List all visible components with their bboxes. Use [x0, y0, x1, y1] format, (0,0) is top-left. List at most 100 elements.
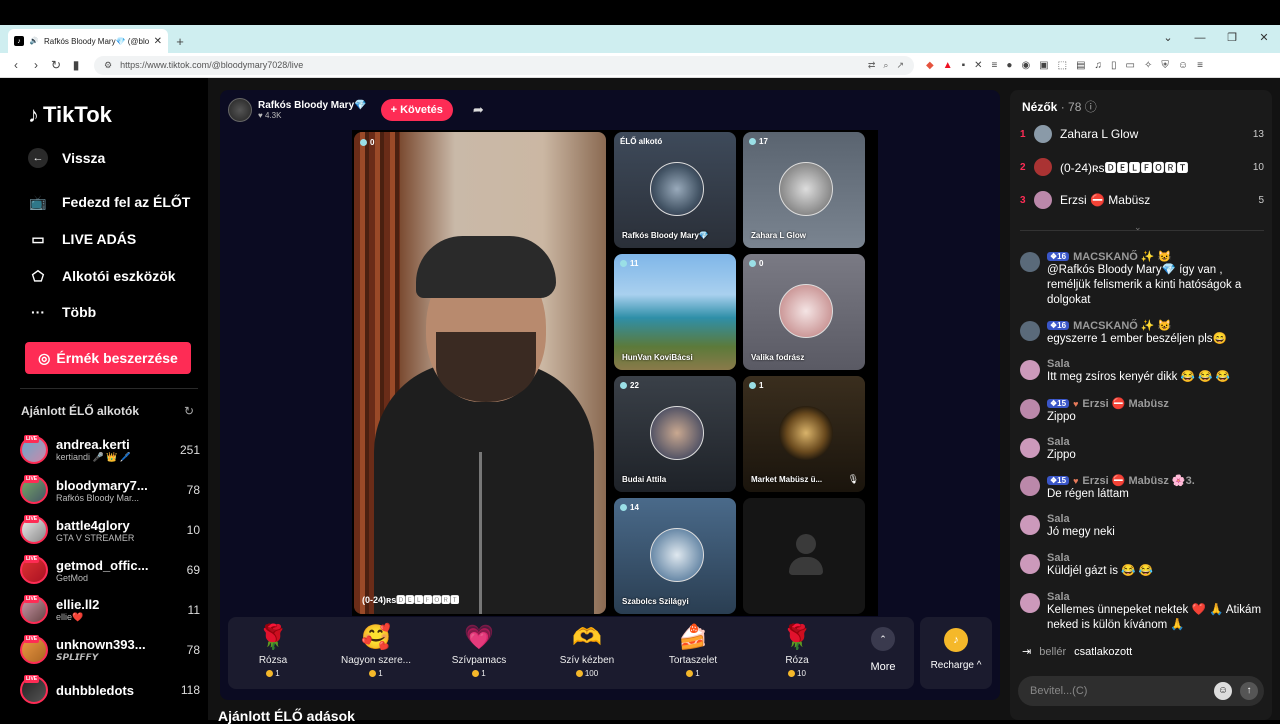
gift-item[interactable]: 💗 Szívpamacs 1: [434, 623, 524, 678]
avatar[interactable]: [1020, 252, 1040, 272]
avatar[interactable]: [1020, 554, 1040, 574]
avatar[interactable]: [1020, 515, 1040, 535]
sidebar-item-creator-tools[interactable]: ⬠ Alkotói eszközök: [28, 266, 176, 286]
extension-icon[interactable]: ✕: [974, 60, 982, 71]
avatar[interactable]: [1020, 360, 1040, 380]
os-top-strip: [0, 0, 1280, 25]
guest-tile[interactable]: 22 Budai Attila: [614, 376, 736, 492]
guest-tile[interactable]: 11 HunVan KoviBácsi: [614, 254, 736, 370]
extension-icon[interactable]: ▣: [1039, 60, 1048, 71]
chat-username[interactable]: Sala: [1047, 591, 1070, 603]
creator-item[interactable]: LIVE andrea.kerti kertiandi 🎤 👑 🖊️ 251: [20, 432, 200, 468]
chat-username[interactable]: Erzsi ⛔ Mabüsz: [1082, 397, 1168, 410]
sidebar-item-go-live[interactable]: ▭ LIVE ADÁS: [28, 229, 136, 249]
more-gifts-button[interactable]: ⌃ More: [864, 627, 902, 673]
gift-item[interactable]: 🍰 Tortaszelet 1: [648, 623, 738, 678]
avatar[interactable]: [1020, 438, 1040, 458]
avatar[interactable]: [1020, 593, 1040, 613]
guest-tile[interactable]: 17 Zahara L Glow: [743, 132, 865, 248]
brave-shield-icon[interactable]: ◆: [926, 60, 934, 71]
avatar[interactable]: [1020, 399, 1040, 419]
extension-icon[interactable]: ▪: [962, 60, 966, 71]
gift-item[interactable]: 🌹 Rózsa 1: [228, 623, 318, 678]
tile-badge: 11: [620, 259, 638, 268]
guest-tile[interactable]: 1 Market Mabüsz ü... 🎙: [743, 376, 865, 492]
chat-text: Kellemes ünnepeket nektek ❤️ 🙏 Atikám ne…: [1047, 604, 1262, 631]
new-tab-button[interactable]: +: [168, 29, 192, 53]
forward-arrow-icon[interactable]: ›: [26, 58, 46, 72]
chat-username[interactable]: Sala: [1047, 358, 1070, 370]
chat-input[interactable]: [1030, 685, 1214, 697]
expand-chevron-icon[interactable]: ⌄: [1134, 222, 1142, 233]
info-icon[interactable]: ⓘ: [1085, 100, 1097, 114]
share-icon[interactable]: ➦: [473, 102, 484, 118]
refresh-icon[interactable]: ↻: [184, 404, 194, 418]
creator-item[interactable]: LIVE duhbbledots 118: [20, 672, 200, 708]
vpn-icon[interactable]: ⛨: [1161, 60, 1169, 71]
reload-icon[interactable]: ↻: [46, 58, 66, 72]
host-avatar[interactable]: [228, 98, 252, 122]
back-button[interactable]: ← Vissza: [28, 148, 105, 168]
extension-icon[interactable]: ●: [1006, 60, 1012, 71]
recharge-button[interactable]: ♪ Recharge ^: [920, 617, 992, 689]
joined-user[interactable]: bellér: [1039, 646, 1066, 658]
url-field[interactable]: ⚙ https://www.tiktok.com/@bloodymary7028…: [94, 55, 914, 75]
empty-guest-slot[interactable]: [743, 498, 865, 614]
follow-button[interactable]: + Követés: [380, 99, 453, 121]
creator-item[interactable]: LIVE ellie.ll2 ellie❤️ 11: [20, 592, 200, 628]
extension-icon[interactable]: ⬚: [1058, 60, 1067, 71]
chat-username[interactable]: Sala: [1047, 552, 1070, 564]
top-viewer-row[interactable]: 3 Erzsi ⛔ Mabüsz 5: [1020, 189, 1264, 211]
chat-username[interactable]: Erzsi ⛔ Mabüsz 🌸3.: [1082, 474, 1194, 487]
close-window-icon[interactable]: ✕: [1248, 25, 1280, 51]
site-settings-icon[interactable]: ⚙: [104, 60, 112, 71]
top-viewer-row[interactable]: 1 Zahara L Glow 13: [1020, 123, 1264, 145]
avatar[interactable]: [1020, 321, 1040, 341]
sidebar-item-explore-live[interactable]: 📺 Fedezd fel az ÉLŐT: [28, 192, 190, 212]
guest-tile[interactable]: 14 Szabolcs Szilágyi: [614, 498, 736, 614]
gift-item[interactable]: 🌹 Róza 10: [752, 623, 842, 678]
top-viewer-row[interactable]: 2 (0-24)ʀs🅳🅴🅻🅵🅾🆁🆃 10: [1020, 156, 1264, 178]
zoom-icon[interactable]: ⌕: [883, 60, 888, 71]
menu-icon[interactable]: ≡: [1197, 60, 1203, 71]
maximize-icon[interactable]: ❐: [1216, 25, 1248, 51]
extension-icon[interactable]: ≡: [992, 60, 998, 71]
send-icon[interactable]: ↑: [1240, 682, 1258, 700]
back-arrow-icon[interactable]: ‹: [6, 58, 26, 72]
profile-icon[interactable]: ☺: [1178, 60, 1188, 71]
chat-username[interactable]: Sala: [1047, 513, 1070, 525]
emoji-icon[interactable]: ☺: [1214, 682, 1232, 700]
chat-username[interactable]: Sala: [1047, 436, 1070, 448]
chat-username[interactable]: MACSKANŐ ✨ 😺: [1073, 250, 1171, 263]
host-video[interactable]: 0 (0-24)ʀs🅳🅴🅻🅵🅾🆁🆃: [354, 132, 606, 614]
gift-item[interactable]: 🥰 Nagyon szere... 1: [331, 623, 421, 678]
minimize-icon[interactable]: —: [1184, 25, 1216, 51]
host-bar: Rafkós Bloody Mary💎 ♥ 4.3K + Követés ➦: [228, 98, 484, 122]
sidebar-item-more[interactable]: ··· Több: [28, 302, 96, 322]
share-icon[interactable]: ↗: [896, 60, 904, 71]
gift-item[interactable]: 🫶 Szív kézben 100: [542, 623, 632, 678]
wallet-icon[interactable]: ▭: [1126, 60, 1135, 71]
media-icon[interactable]: ♫: [1095, 60, 1103, 71]
extension-icon[interactable]: ◉: [1021, 60, 1030, 71]
creator-item[interactable]: LIVE bloodymary7... Rafkós Bloody Mar... …: [20, 472, 200, 508]
extension-icon[interactable]: ▤: [1076, 60, 1085, 71]
guest-tile[interactable]: ÉLŐ alkotó Rafkós Bloody Mary💎: [614, 132, 736, 248]
leo-icon[interactable]: ✧: [1144, 60, 1152, 71]
creator-item[interactable]: LIVE getmod_offic... GetMod 69: [20, 552, 200, 588]
translate-icon[interactable]: ⇄: [868, 60, 876, 71]
avatar[interactable]: [1020, 476, 1040, 496]
rewards-icon[interactable]: ▲: [943, 60, 953, 71]
host-name[interactable]: Rafkós Bloody Mary💎: [258, 100, 367, 111]
tiktok-logo[interactable]: ♪ TikTok: [28, 102, 112, 128]
creator-item[interactable]: LIVE unknown393... 𝙎𝙋𝙇𝙄𝙁𝙁𝙔 78: [20, 632, 200, 668]
chevron-down-icon[interactable]: ⌄: [1152, 25, 1184, 51]
creator-item[interactable]: LIVE battle4glory GTA V STREAMER 10: [20, 512, 200, 548]
guest-tile[interactable]: 0 Valika fodrász: [743, 254, 865, 370]
chat-username[interactable]: MACSKANŐ ✨ 😺: [1073, 319, 1171, 332]
browser-tab[interactable]: ♪ 🔊 Rafkós Bloody Mary💎 (@blo ✕: [8, 29, 168, 53]
sidebar-icon[interactable]: ▯: [1111, 60, 1117, 71]
get-coins-button[interactable]: ◎ Érmék beszerzése: [25, 342, 191, 374]
close-tab-icon[interactable]: ✕: [154, 36, 162, 47]
bookmark-icon[interactable]: ▮: [66, 58, 86, 72]
